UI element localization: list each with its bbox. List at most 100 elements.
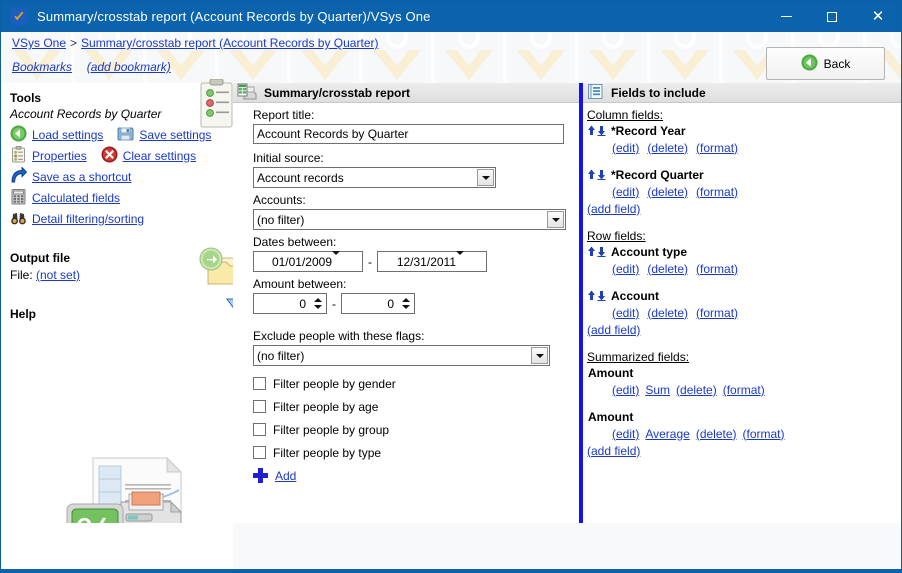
filter-group-checkbox[interactable] — [253, 423, 266, 436]
clear-settings-item[interactable]: Clear settings — [101, 146, 196, 166]
properties-item[interactable]: Properties — [10, 145, 87, 166]
edit-link[interactable]: (edit) — [612, 306, 639, 320]
add-column-field-link[interactable]: (add field) — [587, 202, 640, 216]
format-link[interactable]: (format) — [696, 262, 738, 276]
filter-type-checkbox-row[interactable]: Filter people by type — [253, 441, 567, 464]
summarized-field-actions: (edit) Average (delete) (format) — [587, 425, 901, 442]
delete-link[interactable]: (delete) — [647, 262, 688, 276]
date-to-picker[interactable]: 12/31/2011 — [377, 250, 487, 272]
filter-age-checkbox-row[interactable]: Filter people by age — [253, 395, 567, 418]
add-filter-link[interactable]: Add — [275, 469, 296, 483]
close-button[interactable]: ✕ — [855, 1, 901, 32]
delete-link[interactable]: (delete) — [696, 427, 737, 441]
sort-arrows-icon[interactable] — [587, 290, 606, 301]
aggregate-link[interactable]: Average — [645, 427, 689, 441]
edit-link[interactable]: (edit) — [612, 141, 639, 155]
row-field-row: Account type — [587, 243, 901, 260]
delete-link[interactable]: (delete) — [647, 306, 688, 320]
window-title: Summary/crosstab report (Account Records… — [37, 9, 431, 24]
sort-arrows-icon[interactable] — [587, 169, 606, 180]
add-summarized-field-link[interactable]: (add field) — [587, 444, 640, 458]
format-link[interactable]: (format) — [696, 185, 738, 199]
bookmarks-link[interactable]: Bookmarks — [12, 60, 72, 74]
date-from-picker[interactable]: 01/01/2009 — [253, 250, 363, 272]
filter-gender-checkbox-row[interactable]: Filter people by gender — [253, 372, 567, 395]
properties-link[interactable]: Properties — [32, 149, 87, 163]
back-arrow-icon — [801, 54, 818, 74]
maximize-button[interactable] — [809, 1, 855, 32]
delete-link[interactable]: (delete) — [676, 383, 717, 397]
load-arrow-icon — [10, 125, 27, 145]
bottom-bar: Run — [1, 523, 901, 572]
save-shortcut-link[interactable]: Save as a shortcut — [32, 170, 131, 184]
crosstab-report-icon — [237, 83, 257, 103]
close-icon: ✕ — [871, 7, 885, 25]
amount-between-label: Amount between: — [253, 277, 347, 291]
chevron-down-icon — [456, 250, 464, 269]
exclude-flags-select[interactable]: (no filter) — [253, 345, 550, 366]
delete-link[interactable]: (delete) — [647, 141, 688, 155]
accounts-select[interactable]: (no filter) — [253, 209, 566, 230]
sort-arrows-icon[interactable] — [587, 246, 606, 257]
back-button[interactable]: Back — [766, 47, 885, 80]
column-field-row: *Record Year — [587, 122, 901, 139]
report-panel-title: Summary/crosstab report — [264, 85, 411, 100]
summarized-field-name: Amount — [588, 365, 634, 380]
add-row-field-link[interactable]: (add field) — [587, 323, 640, 337]
load-settings-item[interactable]: Load settings — [10, 125, 103, 145]
summarized-field-row: Amount — [587, 408, 901, 425]
shortcut-arrow-icon — [10, 165, 28, 187]
fields-panel-title: Fields to include — [611, 85, 706, 100]
add-bookmark-link[interactable]: (add bookmark) — [87, 60, 171, 74]
binoculars-icon — [10, 209, 27, 229]
amount-to-stepper[interactable]: 0 — [341, 293, 415, 314]
report-title-input[interactable] — [253, 124, 564, 144]
date-range-dash: - — [368, 254, 372, 269]
output-file-value-link[interactable]: (not set) — [36, 268, 80, 282]
breadcrumb-root-link[interactable]: VSys One — [12, 36, 66, 50]
save-shortcut-item[interactable]: Save as a shortcut — [10, 165, 131, 187]
chevron-down-icon — [531, 347, 548, 364]
format-link[interactable]: (format) — [696, 306, 738, 320]
format-link[interactable]: (format) — [743, 427, 785, 441]
report-panel-header: Summary/crosstab report — [233, 83, 579, 103]
edit-link[interactable]: (edit) — [612, 262, 639, 276]
summarized-field-actions: (edit) Sum (delete) (format) — [587, 381, 901, 398]
clear-settings-link[interactable]: Clear settings — [123, 149, 196, 163]
initial-source-select[interactable]: Account records — [253, 167, 496, 188]
calculated-fields-item[interactable]: Calculated fields — [10, 188, 120, 208]
filter-age-checkbox[interactable] — [253, 400, 266, 413]
sort-arrows-icon[interactable] — [587, 125, 606, 136]
aggregate-link[interactable]: Sum — [645, 383, 670, 397]
exclude-flags-value: (no filter) — [257, 348, 305, 363]
filter-gender-label: Filter people by gender — [273, 376, 396, 391]
filter-type-checkbox[interactable] — [253, 446, 266, 459]
detail-filtering-item[interactable]: Detail filtering/sorting — [10, 209, 144, 229]
edit-link[interactable]: (edit) — [612, 427, 639, 441]
calculated-fields-link[interactable]: Calculated fields — [32, 191, 120, 205]
filter-age-label: Filter people by age — [273, 399, 379, 414]
chevron-down-icon — [477, 169, 494, 186]
edit-link[interactable]: (edit) — [612, 383, 639, 397]
breadcrumb-current-link[interactable]: Summary/crosstab report (Account Records… — [81, 36, 378, 50]
delete-link[interactable]: (delete) — [647, 185, 688, 199]
spinner-arrows-icon[interactable] — [399, 295, 412, 312]
filter-group-checkbox-row[interactable]: Filter people by group — [253, 418, 567, 441]
load-settings-link[interactable]: Load settings — [32, 128, 103, 142]
filter-gender-checkbox[interactable] — [253, 377, 266, 390]
title-bar: Summary/crosstab report (Account Records… — [1, 1, 901, 32]
add-filter-row[interactable]: Add — [253, 468, 567, 483]
format-link[interactable]: (format) — [696, 141, 738, 155]
format-link[interactable]: (format) — [723, 383, 765, 397]
minimize-button[interactable] — [763, 1, 809, 32]
breadcrumb-separator: > — [70, 36, 78, 50]
edit-link[interactable]: (edit) — [612, 185, 639, 199]
app-shield-check-icon — [10, 7, 28, 26]
row-field-name: Account — [611, 288, 659, 303]
spinner-arrows-icon[interactable] — [311, 295, 324, 312]
filter-type-label: Filter people by type — [273, 445, 382, 460]
row-field-name: Account type — [611, 244, 688, 259]
detail-filtering-link[interactable]: Detail filtering/sorting — [32, 212, 144, 226]
amount-from-stepper[interactable]: 0 — [253, 293, 327, 314]
exclude-flags-label: Exclude people with these flags: — [253, 329, 425, 343]
